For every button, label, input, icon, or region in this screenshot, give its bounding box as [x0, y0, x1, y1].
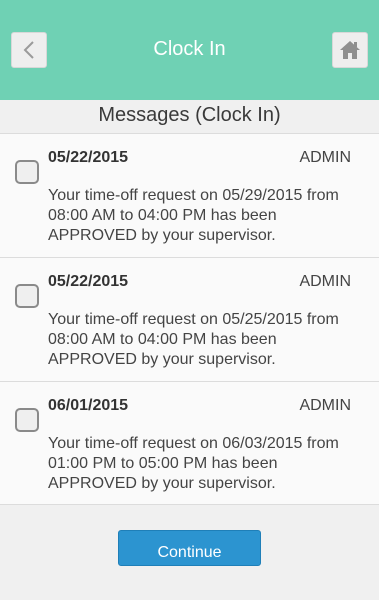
message-list: 05/22/2015 ADMIN Your time-off request o…: [0, 133, 379, 505]
message-checkbox[interactable]: [15, 160, 39, 184]
message-sender: ADMIN: [299, 273, 351, 290]
message-checkbox[interactable]: [15, 284, 39, 308]
continue-button[interactable]: Continue: [118, 530, 261, 566]
message-body: Your time-off request on 05/29/2015 from…: [48, 187, 339, 244]
home-icon: [340, 41, 360, 59]
app-header: Clock In: [0, 0, 379, 100]
home-button[interactable]: [332, 32, 368, 68]
message-checkbox[interactable]: [15, 408, 39, 432]
page-title: Messages (Clock In): [98, 104, 281, 126]
message-sender: ADMIN: [299, 397, 351, 414]
message-body: Your time-off request on 05/25/2015 from…: [48, 311, 339, 368]
message-sender: ADMIN: [299, 149, 351, 166]
message-date: 06/01/2015: [48, 397, 129, 414]
message-item: 05/22/2015 ADMIN Your time-off request o…: [0, 133, 379, 257]
message-body: Your time-off request on 06/03/2015 from…: [48, 435, 339, 492]
message-date: 05/22/2015: [48, 273, 129, 290]
message-item: 05/22/2015 ADMIN Your time-off request o…: [0, 257, 379, 381]
message-item: 06/01/2015 ADMIN Your time-off request o…: [0, 381, 379, 505]
message-date: 05/22/2015: [48, 149, 129, 166]
header-title: Clock In: [153, 38, 226, 60]
